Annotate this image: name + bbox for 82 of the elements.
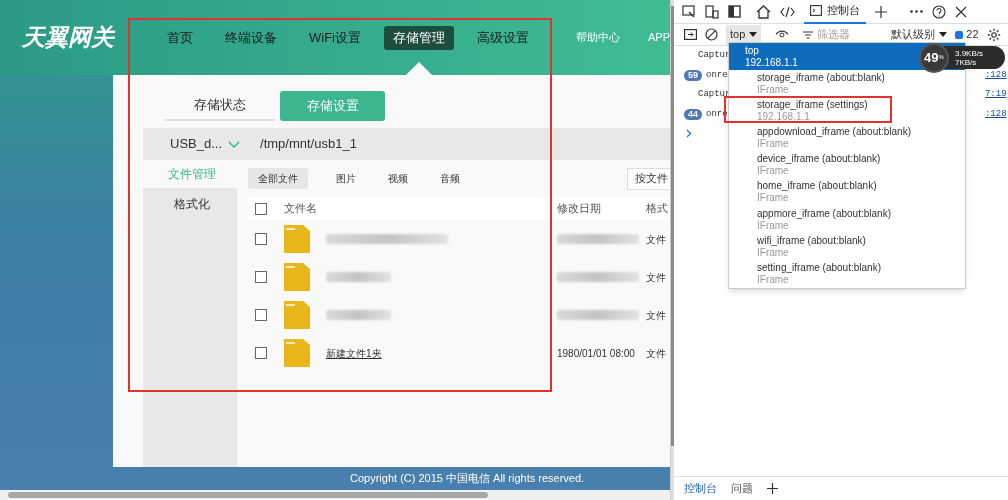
checkbox[interactable] <box>255 347 267 359</box>
prompt-icon[interactable] <box>686 129 692 138</box>
device-toolbar-icon[interactable] <box>705 4 719 19</box>
sidebar-toggle-icon[interactable] <box>684 29 697 40</box>
column-header: 文件名 <box>284 201 318 217</box>
more-icon[interactable] <box>910 10 923 13</box>
checkbox[interactable] <box>255 233 267 245</box>
caret-icon <box>939 32 948 37</box>
horizontal-scrollbar[interactable] <box>8 492 488 498</box>
sub-tab[interactable]: 存储状态 <box>165 90 275 121</box>
console-text: onre <box>706 69 728 81</box>
count-badge: 59 <box>684 69 702 81</box>
issue-count[interactable]: 22 <box>966 26 979 43</box>
source-link[interactable]: 7:19 <box>984 89 1007 101</box>
nav-tab[interactable]: 高级设置 <box>468 25 538 50</box>
column-header: 格式 <box>646 201 668 217</box>
table-cell-text: 1980/01/01 08:00 <box>557 346 635 361</box>
home-icon[interactable] <box>756 4 771 19</box>
nav-tab[interactable]: 终端设备 <box>216 25 286 50</box>
devtools-tab[interactable]: 控制台 <box>804 0 866 24</box>
sort-dropdown[interactable]: 按文件 <box>627 167 670 190</box>
nav-tab[interactable]: 首页 <box>158 25 202 50</box>
help-icon[interactable] <box>932 4 946 19</box>
table-cell-text: 文件 <box>646 308 666 323</box>
vertical-scrollbar[interactable] <box>671 6 674 446</box>
blurred-text <box>326 310 391 320</box>
folder-icon <box>284 301 310 329</box>
code-icon[interactable] <box>780 5 795 18</box>
caret-icon <box>749 32 758 37</box>
add-tab-icon[interactable] <box>875 5 887 18</box>
menu-item[interactable]: appdownload_iframe (about:blank) IFrame <box>729 124 965 152</box>
message-icon <box>955 30 964 39</box>
filter-tab[interactable]: 视频 <box>384 168 412 189</box>
menu-item[interactable]: wifi_iframe (about:blank) IFrame <box>729 233 965 261</box>
add-tab-icon[interactable] <box>767 483 778 494</box>
column-header: 修改日期 <box>557 201 602 217</box>
settings-icon[interactable] <box>986 27 1001 42</box>
menu-item[interactable]: device_iframe (about:blank) IFrame <box>729 151 965 179</box>
source-link[interactable]: :128 <box>984 69 1007 81</box>
console-text: Captur <box>698 89 731 101</box>
path-text: /tmp/mnt/usb1_1 <box>260 135 357 154</box>
menu-item[interactable]: storage_iframe (settings) 192.168.1.1 <box>729 97 965 125</box>
side-menu-item[interactable]: 格式化 <box>143 188 237 220</box>
menu-item[interactable]: home_iframe (about:blank) IFrame <box>729 178 965 206</box>
table-cell-text: 文件 <box>646 270 666 285</box>
menu-item[interactable]: appmore_iframe (about:blank) IFrame <box>729 205 965 234</box>
table-cell-text: 文件 <box>646 346 666 361</box>
filter-icon <box>803 30 814 39</box>
eye-icon[interactable] <box>775 30 790 39</box>
inspect-icon[interactable] <box>682 4 696 19</box>
context-dropdown[interactable]: top <box>726 24 762 45</box>
table-cell-text: 文件 <box>646 232 666 247</box>
menu-item[interactable]: storage_iframe (about:blank) IFrame <box>729 70 965 98</box>
filter-tab[interactable]: 图片 <box>332 168 360 189</box>
chevron-icon <box>228 140 241 148</box>
console-text: Captur <box>698 50 731 62</box>
drawer-tab[interactable]: 控制台 <box>684 480 717 497</box>
blurred-text <box>326 272 391 282</box>
folder-icon <box>284 225 310 253</box>
clear-console-icon[interactable] <box>705 28 718 41</box>
close-icon[interactable] <box>955 5 967 18</box>
filter-tab[interactable]: 音频 <box>436 168 464 189</box>
device-dropdown[interactable]: USB_d... <box>170 134 241 154</box>
count-badge: 44 <box>684 108 702 120</box>
checkbox[interactable] <box>255 309 267 321</box>
checkbox[interactable] <box>255 271 267 283</box>
nav-tab[interactable]: WiFi设置 <box>300 25 370 50</box>
filter-tab[interactable]: 全部文件 <box>248 168 308 189</box>
logo: 天翼网关 <box>21 23 113 53</box>
copyright-text: Copyright (C) 2015 中国电信 All rights reserved. <box>350 471 585 487</box>
file-name-link[interactable]: 新建文件1夹 <box>326 345 382 361</box>
menu-item[interactable]: setting_iframe (about:blank) IFrame <box>729 260 965 288</box>
nav-tab[interactable]: 存储管理 <box>384 25 454 50</box>
folder-icon <box>284 339 310 367</box>
console-icon <box>810 5 822 16</box>
folder-icon <box>284 263 310 291</box>
panel-icon[interactable] <box>728 5 741 18</box>
cpu-percent: 49 <box>924 48 939 67</box>
source-link[interactable]: :128 <box>984 108 1007 120</box>
log-level-dropdown[interactable]: 默认级别 <box>891 26 948 43</box>
drawer-tab[interactable]: 问题 <box>731 480 753 497</box>
checkbox[interactable] <box>255 202 267 215</box>
